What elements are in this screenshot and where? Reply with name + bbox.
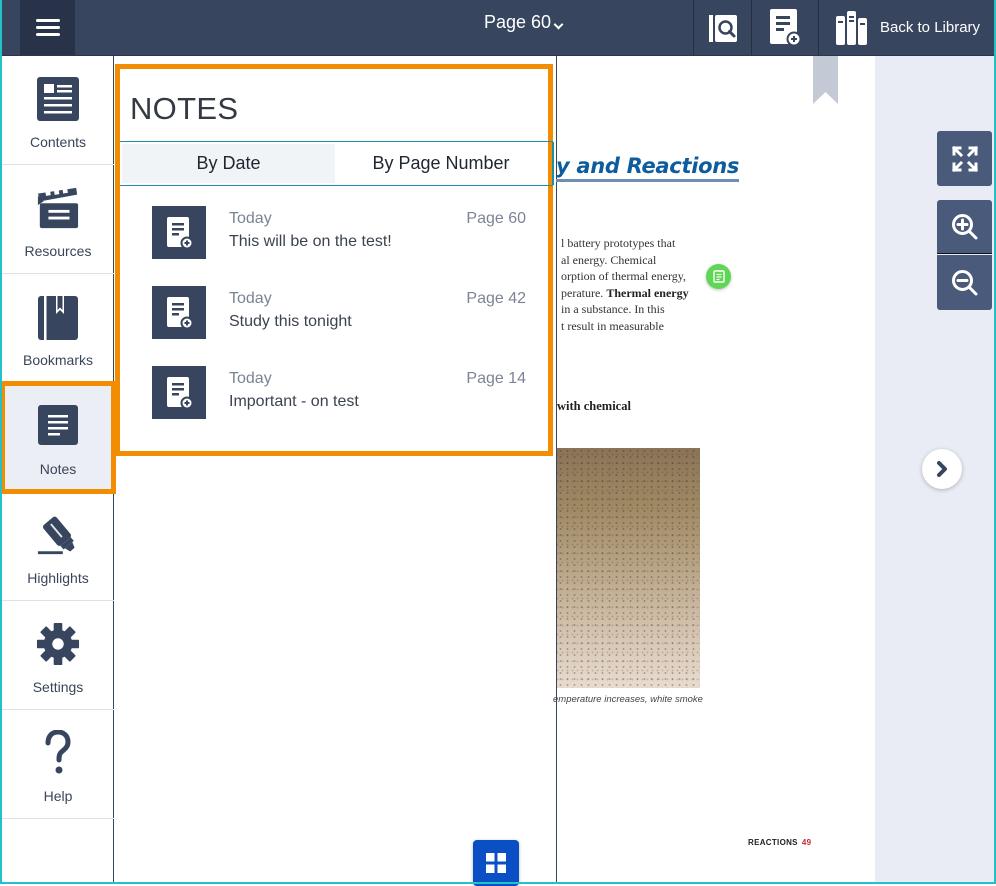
back-to-library-button[interactable]: Back to Library <box>834 0 980 55</box>
tab-divider <box>552 142 554 185</box>
note-page: Page 14 <box>466 370 526 387</box>
expand-icon <box>951 145 978 172</box>
body-line: t result in measurable <box>561 318 664 333</box>
search-book-button[interactable] <box>694 0 751 55</box>
zoom-in-button[interactable] <box>937 200 992 254</box>
sidebar-item-help[interactable]: Help <box>2 710 114 819</box>
sidebar-label: Bookmarks <box>22 352 94 368</box>
zoom-in-icon <box>951 213 977 239</box>
page-selector-dropdown[interactable]: Page 60 <box>484 12 564 33</box>
grid-view-button[interactable] <box>473 840 519 886</box>
sidebar-label: Settings <box>32 679 84 695</box>
note-marker-icon[interactable] <box>706 264 731 289</box>
add-note-icon <box>770 8 802 46</box>
tab-by-page-number[interactable]: By Page Number <box>335 142 547 185</box>
note-date: Today <box>229 210 272 227</box>
top-toolbar: Page 60 Back to Library <box>0 0 996 56</box>
sidebar-item-settings[interactable]: Settings <box>2 601 114 710</box>
notes-panel-title: NOTES <box>130 91 239 126</box>
note-icon <box>152 286 206 339</box>
footer-section: REACTIONS <box>748 838 798 847</box>
back-to-library-label: Back to Library <box>880 19 981 36</box>
notes-panel: NOTES By Date By Page Number Today This … <box>115 64 554 456</box>
highlighter-icon <box>36 512 80 560</box>
body-line: perature. Thermal energy <box>561 285 701 302</box>
sidebar-item-notes[interactable]: Notes <box>0 381 116 494</box>
note-icon <box>152 366 206 419</box>
next-page-button[interactable] <box>922 449 962 489</box>
grid-view-icon <box>486 853 506 873</box>
page-selector-label: Page 60 <box>484 12 552 32</box>
zoom-out-button[interactable] <box>937 255 992 310</box>
note-page: Page 60 <box>466 210 526 227</box>
note-text: Important - on test <box>229 393 359 410</box>
tab-by-date[interactable]: By Date <box>122 144 335 183</box>
note-page: Page 42 <box>466 290 526 307</box>
sidebar-item-resources[interactable]: Resources <box>2 165 114 274</box>
bold-term: Thermal energy <box>606 285 689 300</box>
library-books-icon <box>836 10 867 45</box>
note-text: Study this tonight <box>229 313 352 330</box>
question-icon <box>36 730 80 778</box>
note-list-item[interactable]: Today This will be on the test! Page 60 <box>120 206 548 286</box>
document-subheading: with chemical <box>557 399 631 413</box>
document-photo <box>557 448 700 688</box>
note-text: This will be on the test! <box>229 233 392 250</box>
notes-list: Today This will be on the test! Page 60 … <box>120 206 548 446</box>
note-date: Today <box>229 370 272 387</box>
body-line-text: perature. <box>561 285 604 300</box>
chevron-down-icon <box>553 19 564 30</box>
clapperboard-icon <box>36 185 80 233</box>
note-list-item[interactable]: Today Important - on test Page 14 <box>120 366 548 446</box>
hamburger-icon <box>35 18 60 37</box>
photo-caption: emperature increases, white smoke <box>553 694 703 705</box>
note-date: Today <box>229 290 272 307</box>
note-icon <box>152 206 206 259</box>
sidebar-label: Help <box>43 788 73 804</box>
contents-icon <box>36 76 80 124</box>
body-line: l battery prototypes that <box>561 236 676 250</box>
document-body-text: l battery prototypes that al energy. Che… <box>561 235 701 334</box>
notes-icon <box>36 403 80 451</box>
chevron-right-icon <box>937 461 947 477</box>
sidebar-label: Notes <box>39 461 77 477</box>
footer-page-number: 49 <box>801 838 812 847</box>
fullscreen-button[interactable] <box>937 131 992 186</box>
gear-icon <box>36 621 80 669</box>
document-chapter-title: y and Reactions <box>556 154 739 182</box>
note-list-item[interactable]: Today Study this tonight Page 42 <box>120 286 548 366</box>
page-footer: REACTIONS 49 <box>748 838 811 847</box>
add-note-button[interactable] <box>752 0 818 55</box>
sidebar-item-bookmarks[interactable]: Bookmarks <box>2 274 114 383</box>
sidebar-label: Highlights <box>27 570 89 586</box>
sidebar-item-contents[interactable]: Contents <box>2 56 114 165</box>
sidebar-item-highlights[interactable]: Highlights <box>2 492 114 601</box>
sidebar-label: Resources <box>24 243 92 259</box>
body-line: in a substance. In this <box>561 302 665 316</box>
bookmark-book-icon <box>36 294 80 342</box>
sidebar-label: Contents <box>29 134 87 150</box>
body-line: orption of thermal energy, <box>561 269 686 283</box>
zoom-out-icon <box>951 269 977 295</box>
notes-sort-tabs: By Date By Page Number <box>120 141 554 186</box>
menu-button[interactable] <box>20 0 75 55</box>
book-search-icon <box>708 14 737 42</box>
toolbar-divider <box>818 0 819 55</box>
sidebar-nav: Contents Resources Bookmarks Notes Highl… <box>0 56 116 884</box>
body-line: al energy. Chemical <box>561 252 657 267</box>
